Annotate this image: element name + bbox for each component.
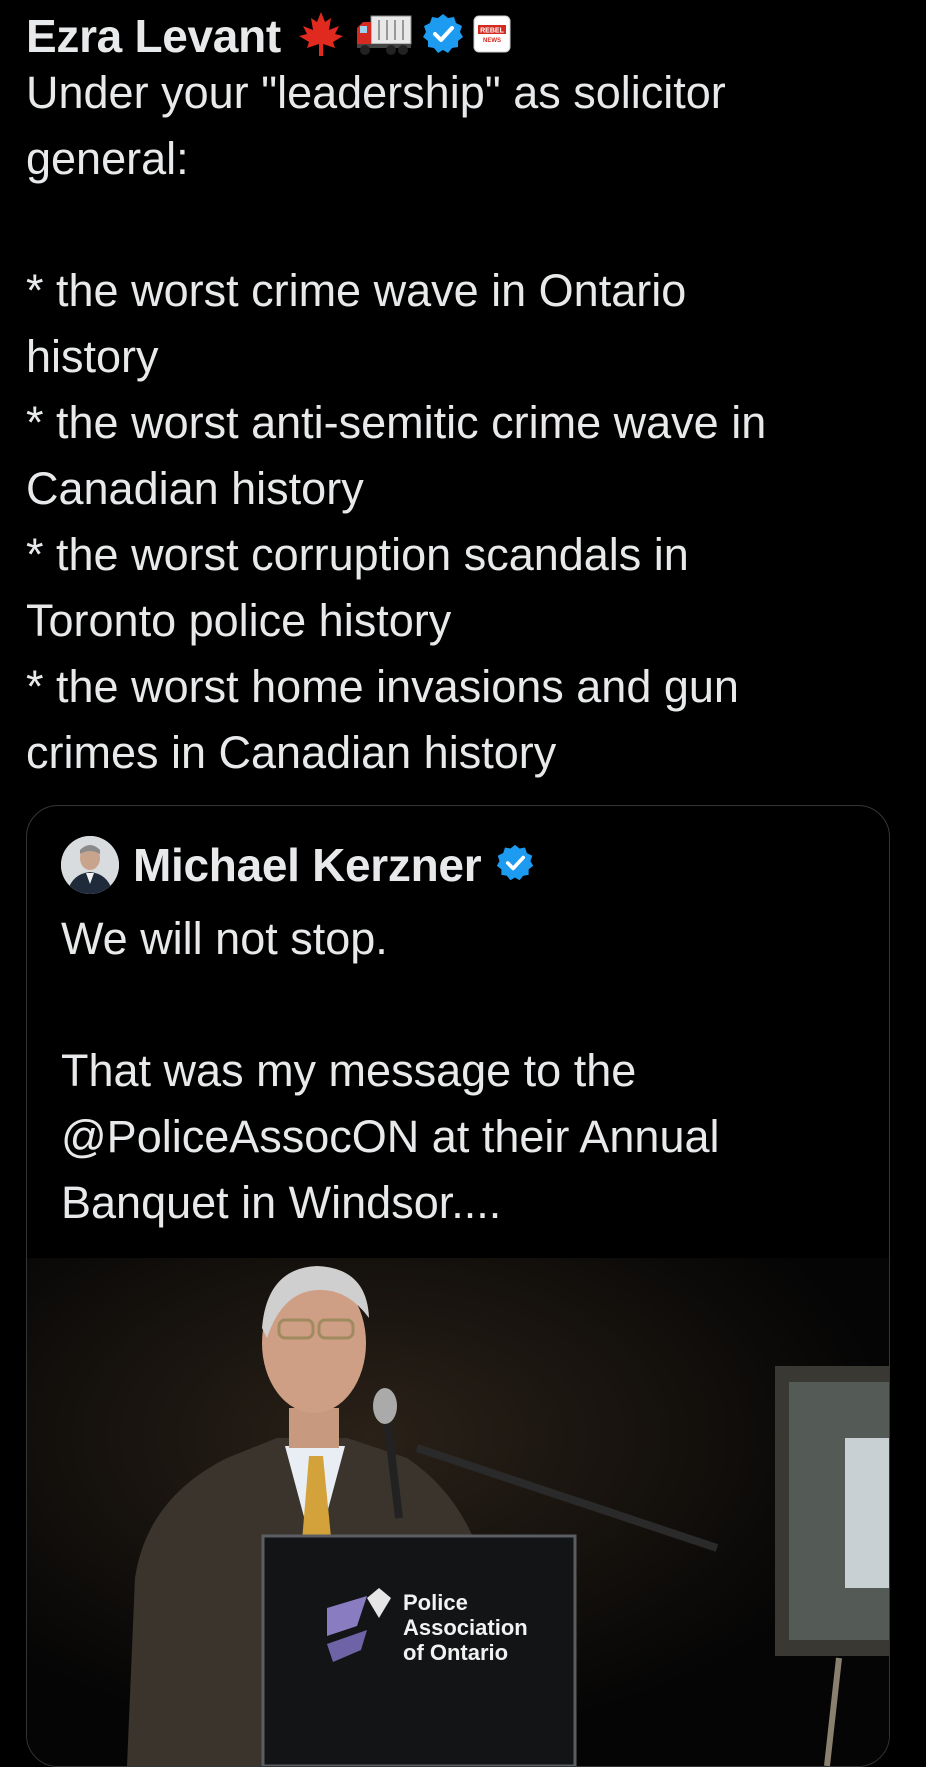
speaker-photo <box>27 1258 889 1766</box>
quote-author-name[interactable]: Michael Kerzner <box>133 838 482 892</box>
quote-text-line: That was my message to the <box>61 1045 637 1096</box>
tweet-text-line: general: <box>26 133 189 184</box>
quote-media[interactable]: Police Association of Ontario <box>27 1258 889 1766</box>
tweet-text: Under your "leadership" as solicitor gen… <box>26 60 906 786</box>
maple-leaf-icon <box>295 8 347 65</box>
quote-text-line: Banquet in Windsor.... <box>61 1177 502 1228</box>
author-badges: REBEL NEWS <box>295 8 511 65</box>
tweet-text-line <box>26 192 906 258</box>
tweet-text-line: Toronto police history <box>26 595 452 646</box>
svg-text:REBEL: REBEL <box>480 27 504 34</box>
quote-text-line: We will not stop. <box>61 913 388 964</box>
truck-icon <box>355 8 413 65</box>
tweet-text-line: Canadian history <box>26 463 364 514</box>
podium-sign: Police Association of Ontario <box>403 1590 528 1665</box>
rebel-news-logo[interactable]: REBEL NEWS <box>473 15 511 58</box>
tweet-text-line: * the worst home invasions and gun <box>26 661 739 712</box>
podium-sign-line: of Ontario <box>403 1640 509 1665</box>
tweet-text-line: Under your "leadership" as solicitor <box>26 67 726 118</box>
verified-badge-icon[interactable] <box>421 12 465 61</box>
verified-badge-icon[interactable] <box>495 843 535 888</box>
tweet-text-line: * the worst anti-semitic crime wave in <box>26 397 767 448</box>
tweet-text-line: crimes in Canadian history <box>26 727 557 778</box>
tweet-text-line: history <box>26 331 159 382</box>
tweet: Ezra Levant REBEL NEWS Under your "leade… <box>26 0 906 786</box>
quote-text-line: @PoliceAssocON at their Annual <box>61 1111 720 1162</box>
podium-sign-line: Association <box>403 1615 528 1640</box>
quote-text: We will not stop. That was my message to… <box>61 906 720 1236</box>
tweet-text-line: * the worst crime wave in Ontario <box>26 265 687 316</box>
podium-sign-line: Police <box>403 1590 468 1615</box>
quoted-tweet-card[interactable]: Michael Kerzner We will not stop. That w… <box>26 805 890 1767</box>
author-name[interactable]: Ezra Levant <box>26 9 281 63</box>
tweet-text-line: * the worst corruption scandals in <box>26 529 689 580</box>
avatar[interactable] <box>61 836 119 894</box>
quote-header: Michael Kerzner <box>61 836 535 894</box>
svg-text:NEWS: NEWS <box>483 38 501 44</box>
quote-text-line <box>61 972 720 1038</box>
